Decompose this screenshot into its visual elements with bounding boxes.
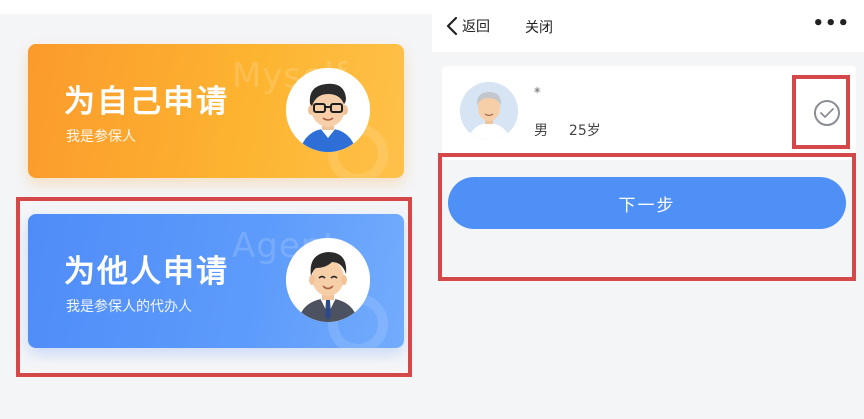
highlight-box-other-card [16, 197, 412, 377]
self-avatar [286, 68, 370, 152]
person-avatar [460, 82, 518, 140]
back-label: 返回 [462, 19, 490, 35]
person-info: 男 25岁 [534, 120, 601, 140]
left-panel: Myself 为自己申请 我是参保人 Agent 为他人申请 我是参保人的代办人 [0, 0, 432, 419]
chevron-left-icon [446, 16, 458, 36]
person-age: 25岁 [568, 123, 601, 139]
screenshot: Myself 为自己申请 我是参保人 Agent 为他人申请 我是参保人的代办人… [0, 0, 864, 419]
nav-bar: 返回 关闭 ••• [432, 0, 864, 52]
right-panel: 返回 关闭 ••• * 男 25岁 下一步 [432, 0, 864, 419]
person-name: * [534, 86, 541, 101]
more-menu-icon[interactable]: ••• [812, 13, 850, 34]
highlight-box-checkbox [792, 75, 850, 149]
person-gender: 男 [534, 123, 548, 139]
elderly-man-icon [460, 82, 518, 140]
card-title: 为自己申请 [64, 84, 229, 120]
back-button[interactable]: 返回 [446, 14, 490, 38]
card-subtitle: 我是参保人 [66, 129, 136, 145]
close-button[interactable]: 关闭 [525, 17, 553, 37]
apply-for-self-card[interactable]: Myself 为自己申请 我是参保人 [28, 44, 404, 178]
man-with-glasses-icon [286, 68, 370, 152]
highlight-box-next-button [438, 153, 856, 281]
